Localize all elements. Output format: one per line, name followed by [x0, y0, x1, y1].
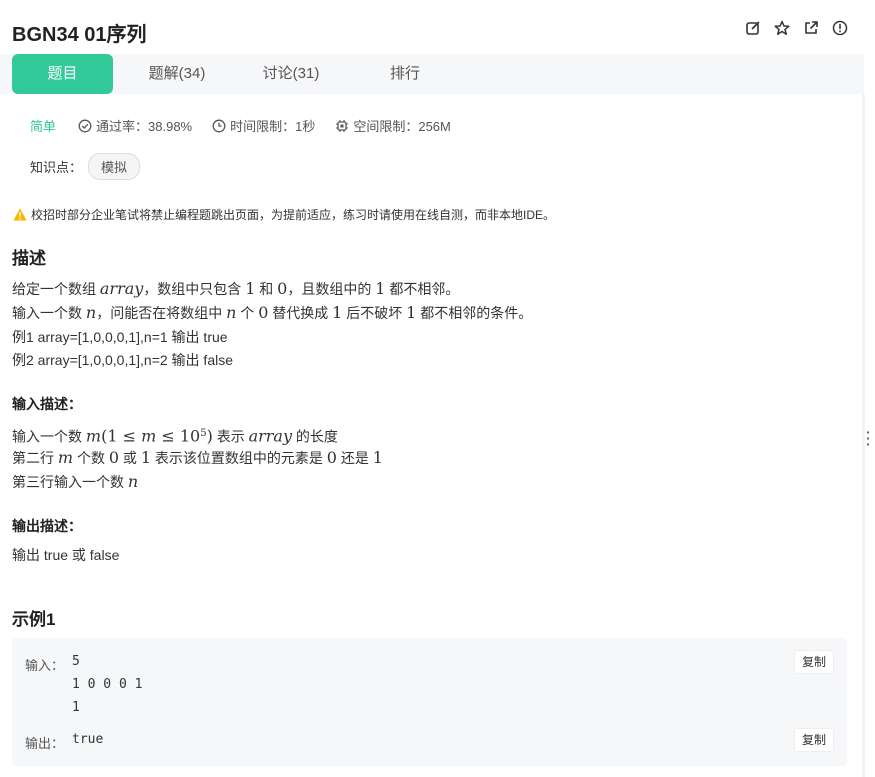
share-icon[interactable]: [803, 20, 819, 36]
input-desc-line-3: 第三行输入一个数 n: [12, 470, 138, 494]
output-desc-text: 输出 true 或 false: [12, 547, 120, 563]
math-var: m: [85, 426, 102, 446]
star-icon[interactable]: [774, 20, 790, 36]
input-desc-line-2: 第二行 m 个数 0 或 1 表示该位置数组中的元素是 0 还是 1: [12, 446, 383, 470]
problem-title: BGN34 01序列: [12, 24, 147, 46]
warning-notice: 校招时部分企业笔试将禁止编程题跳出页面，为提前适应，练习时请使用在线自测，而非本…: [13, 206, 555, 223]
tab-ranking[interactable]: 排行: [355, 54, 455, 94]
time-limit: 时间限制：1秒: [212, 116, 315, 135]
clock-icon: [212, 119, 226, 132]
text: 还是: [336, 450, 373, 466]
tab-discussion[interactable]: 讨论(31): [241, 54, 341, 94]
description-line-1: 给定一个数组 array，数组中只包含 1 和 0，且数组中的 1 都不相邻。: [12, 277, 459, 301]
example-output-value: true: [72, 732, 104, 747]
math-num: 0: [258, 303, 269, 322]
problem-meta: 简单 通过率：38.98% 时间限制：1秒 空间限制：256M: [30, 116, 471, 135]
text: 都不相邻。: [385, 281, 460, 297]
text: 第三行输入一个数: [12, 474, 128, 490]
math-num: 1: [332, 303, 343, 322]
math-num: 1: [245, 279, 256, 298]
output-desc-title: 输出描述：: [12, 518, 82, 534]
description-title: 描述: [12, 249, 46, 268]
text: 和: [255, 281, 278, 297]
warning-icon: [13, 208, 27, 221]
text: 替代换成: [268, 305, 333, 321]
math-var: m: [57, 448, 74, 467]
example-input-value: 5 1 0 0 0 1 1: [72, 654, 143, 715]
info-icon[interactable]: [832, 20, 848, 36]
math-var: n: [85, 303, 97, 322]
text: 个: [236, 305, 259, 321]
problem-header: BGN34 01序列: [0, 0, 864, 56]
text: 表示该位置数组中的元素是: [151, 450, 327, 466]
math-num: 0: [108, 448, 120, 467]
example-input-label: 输入：: [25, 658, 65, 673]
difficulty-badge: 简单: [30, 119, 57, 134]
math-var: n: [226, 303, 237, 322]
pass-rate-text: 通过率：38.98%: [96, 119, 193, 134]
input-desc-line-1: 输入一个数 m(1 ≤ m ≤ 105) 表示 array 的长度: [12, 422, 338, 449]
text: 第二行: [12, 450, 58, 466]
text: ，且数组中的: [287, 281, 376, 297]
description-example-1: 例1 array=[1,0,0,0,1],n=1 输出 true: [12, 329, 228, 345]
knowledge-label: 知识点：: [30, 160, 83, 175]
tab-bar: 题目 题解(34) 讨论(31) 排行: [0, 54, 864, 94]
copy-output-button[interactable]: 复制: [794, 728, 834, 752]
chip-icon: [336, 119, 349, 132]
side-divider: [862, 94, 865, 777]
tab-solutions[interactable]: 题解(34): [127, 54, 227, 94]
text: 给定一个数组: [12, 281, 100, 297]
text: 的长度: [292, 428, 338, 445]
math-num: 1: [372, 448, 383, 467]
example-title: 示例1: [12, 610, 56, 629]
math-var: n: [127, 472, 139, 491]
space-limit-text: 空间限制：256M: [353, 119, 451, 134]
math-op: ≤: [117, 426, 142, 446]
text: 表示: [212, 428, 249, 445]
math-num: 1: [406, 303, 417, 322]
warning-text: 校招时部分企业笔试将禁止编程题跳出页面，为提前适应，练习时请使用在线自测，而非本…: [31, 208, 556, 222]
description-line-2: 输入一个数 n，问能否在将数组中 n 个 0 替代换成 1 后不破坏 1 都不相…: [12, 301, 532, 325]
text: 都不相邻的条件。: [416, 305, 533, 321]
header-actions: [745, 20, 848, 36]
math-var: array: [248, 426, 293, 446]
resize-handle-icon[interactable]: · · ·: [866, 425, 871, 451]
edit-icon[interactable]: [745, 20, 761, 36]
text: 后不破坏: [342, 305, 407, 321]
example-box: 输入： 5 1 0 0 0 1 1 复制 输出： true 复制: [12, 638, 847, 766]
text: 个数: [73, 450, 109, 466]
knowledge-tag[interactable]: 模拟: [88, 153, 141, 180]
time-limit-text: 时间限制：1秒: [230, 119, 316, 134]
pass-rate: 通过率：38.98%: [78, 116, 192, 135]
text: ，问能否在将数组中: [96, 305, 227, 321]
math-var: m: [141, 426, 157, 446]
copy-input-button[interactable]: 复制: [794, 650, 834, 674]
text: 或: [119, 450, 141, 466]
space-limit: 空间限制：256M: [335, 116, 451, 135]
math-num: 0: [277, 279, 288, 298]
math-num: 1: [140, 448, 151, 467]
example-output-label: 输出：: [25, 736, 65, 751]
math-num: 0: [326, 448, 337, 467]
text: 输入一个数: [12, 428, 86, 445]
math-num: 10: [179, 426, 201, 446]
tab-problem[interactable]: 题目: [12, 54, 113, 94]
check-circle-icon: [78, 119, 92, 132]
math-num: 1: [107, 426, 118, 446]
math-var: array: [99, 279, 144, 298]
description-example-2: 例2 array=[1,0,0,0,1],n=2 输出 false: [12, 352, 234, 368]
text: 输入一个数: [12, 305, 86, 321]
knowledge-points: 知识点： 模拟: [30, 153, 141, 180]
text: ，数组中只包含: [143, 281, 246, 297]
input-desc-title: 输入描述：: [12, 396, 82, 412]
math-op: ≤: [156, 426, 180, 446]
math-num: 1: [375, 279, 386, 298]
